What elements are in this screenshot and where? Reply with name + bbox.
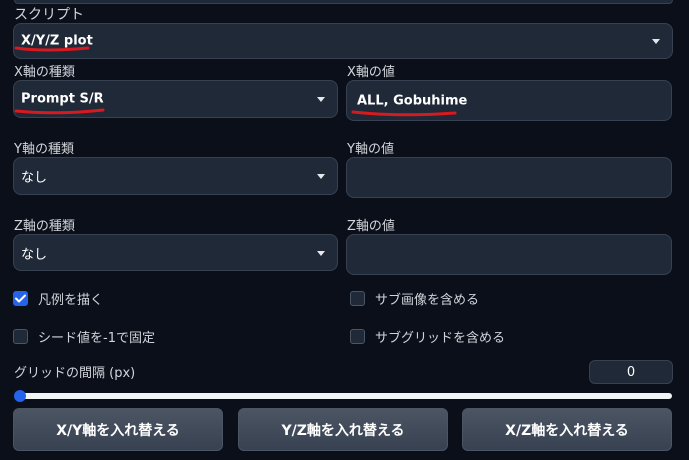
- grid-margin-slider-thumb[interactable]: [14, 390, 26, 402]
- annotation-underline: [351, 110, 457, 117]
- script-dropdown[interactable]: X/Y/Z plot: [13, 23, 673, 59]
- fixed-seed-option[interactable]: シード値を-1で固定: [13, 327, 155, 346]
- chevron-down-icon: [652, 39, 660, 44]
- chevron-down-icon: [317, 174, 325, 179]
- grid-margin-slider-track[interactable]: [20, 393, 672, 399]
- z-axis-type-value: なし: [21, 247, 48, 262]
- include-sub-grids-label: サブグリッドを含める: [375, 331, 506, 346]
- swap-yz-button[interactable]: Y/Z軸を入れ替える: [238, 408, 448, 451]
- y-axis-type-value: なし: [21, 170, 48, 186]
- fixed-seed-checkbox[interactable]: [13, 329, 28, 344]
- include-sub-images-label: サブ画像を含める: [375, 293, 480, 308]
- swap-xy-button[interactable]: X/Y軸を入れ替える: [13, 408, 223, 451]
- xyz-plot-panel: スクリプト X/Y/Z plot X軸の種類 Prompt S/R X軸の値 A…: [0, 0, 689, 460]
- fixed-seed-label: シード値を-1で固定: [38, 331, 155, 346]
- swap-xz-button[interactable]: X/Z軸を入れ替える: [462, 408, 672, 451]
- y-axis-type-label: Y軸の種類: [14, 142, 74, 157]
- previous-field-edge: [14, 0, 673, 4]
- draw-legend-label: 凡例を描く: [38, 293, 104, 308]
- include-sub-images-option[interactable]: サブ画像を含める: [350, 289, 479, 308]
- checkmark-icon: [15, 294, 26, 303]
- include-sub-grids-option[interactable]: サブグリッドを含める: [350, 327, 505, 346]
- annotation-underline: [14, 46, 90, 52]
- x-axis-values-text: ALL, Gobuhime: [357, 93, 468, 108]
- script-label: スクリプト: [14, 7, 84, 23]
- chevron-down-icon: [317, 97, 325, 102]
- x-axis-values-label: X軸の値: [347, 65, 395, 80]
- z-axis-type-label: Z軸の種類: [14, 219, 75, 234]
- y-axis-type-dropdown[interactable]: なし: [13, 157, 338, 195]
- include-sub-grids-checkbox[interactable]: [350, 329, 365, 344]
- annotation-underline: [14, 108, 105, 115]
- z-axis-type-dropdown[interactable]: なし: [13, 234, 338, 271]
- grid-margin-number-input[interactable]: 0: [589, 360, 673, 384]
- z-axis-values-label: Z軸の値: [347, 219, 395, 234]
- chevron-down-icon: [317, 250, 325, 256]
- grid-margin-label: グリッドの間隔 (px): [14, 366, 136, 381]
- x-axis-type-value: Prompt S/R: [21, 91, 104, 107]
- draw-legend-checkbox[interactable]: [13, 291, 28, 306]
- draw-legend-option[interactable]: 凡例を描く: [13, 289, 103, 308]
- y-axis-values-label: Y軸の値: [347, 142, 394, 157]
- x-axis-type-label: X軸の種類: [14, 65, 75, 80]
- z-axis-values-input[interactable]: [346, 234, 672, 275]
- y-axis-values-input[interactable]: [346, 157, 672, 198]
- include-sub-images-checkbox[interactable]: [350, 291, 365, 306]
